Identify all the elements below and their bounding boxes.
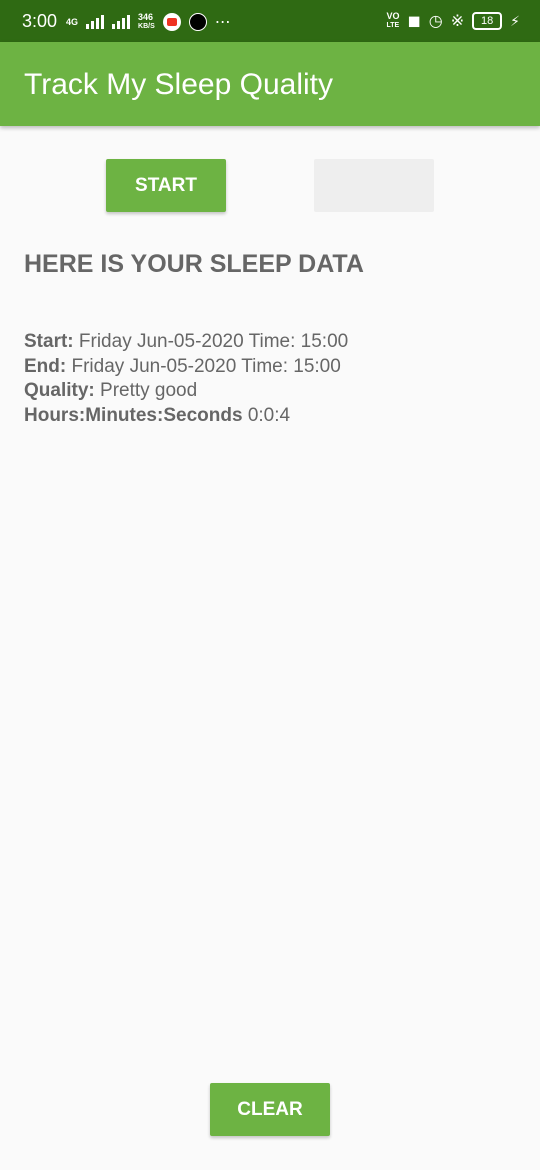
- end-row: End: Friday Jun-05-2020 Time: 15:00: [24, 355, 348, 380]
- quality-row: Quality: Pretty good: [24, 379, 348, 404]
- duration-value: 0:0:4: [247, 404, 291, 426]
- duration-label: Hours:Minutes:Seconds: [24, 404, 243, 426]
- status-left-icons: 4G 346 KB/S ⋯: [66, 13, 232, 31]
- clear-button[interactable]: CLEAR: [210, 1083, 330, 1136]
- quality-label: Quality:: [24, 380, 95, 401]
- youtube-notification-icon: [162, 13, 181, 31]
- sleep-data-heading: HERE IS YOUR SLEEP DATA: [24, 250, 364, 278]
- more-notifications-icon: ⋯: [214, 14, 232, 31]
- start-label: Start:: [24, 331, 74, 352]
- network-speed-value: 346: [138, 12, 154, 22]
- volte-icon: VO LTE: [386, 11, 400, 30]
- vibrate-off-icon: ◼: [407, 13, 421, 30]
- alarm-icon: ◷: [428, 13, 443, 30]
- stop-button[interactable]: STOP: [314, 159, 434, 212]
- app-title: Track My Sleep Quality: [24, 68, 333, 101]
- start-button[interactable]: START: [106, 159, 226, 212]
- network-type-label: 4G: [66, 17, 79, 27]
- status-time: 3:00: [22, 11, 58, 31]
- duration-row: Hours:Minutes:Seconds 0:0:4: [24, 404, 348, 429]
- bluetooth-icon: ※: [450, 13, 465, 30]
- status-bar: 3:00 4G 346 KB/S ⋯ VO LTE ◼ ◷ ※ 18 ⚡: [0, 0, 540, 42]
- signal-strength-icon-2: [112, 15, 131, 29]
- network-speed-unit: KB/S: [138, 23, 155, 30]
- app-notification-icon: [188, 13, 207, 31]
- charging-icon: ⚡: [510, 12, 520, 29]
- start-value: Friday Jun-05-2020 Time: 15:00: [78, 331, 349, 352]
- start-row: Start: Friday Jun-05-2020 Time: 15:00: [24, 330, 348, 355]
- quality-value: Pretty good: [100, 380, 198, 401]
- end-label: End:: [24, 355, 67, 377]
- battery-icon: 18: [472, 12, 503, 30]
- status-right-icons: VO LTE ◼ ◷ ※ 18 ⚡: [386, 12, 520, 30]
- sleep-data-text: Start: Friday Jun-05-2020 Time: 15:00 En…: [24, 330, 348, 428]
- app-bar: Track My Sleep Quality: [0, 42, 540, 126]
- end-value: Friday Jun-05-2020 Time: 15:00: [71, 355, 341, 377]
- signal-strength-icon-1: [86, 15, 105, 29]
- network-speed: 346 KB/S: [138, 13, 155, 31]
